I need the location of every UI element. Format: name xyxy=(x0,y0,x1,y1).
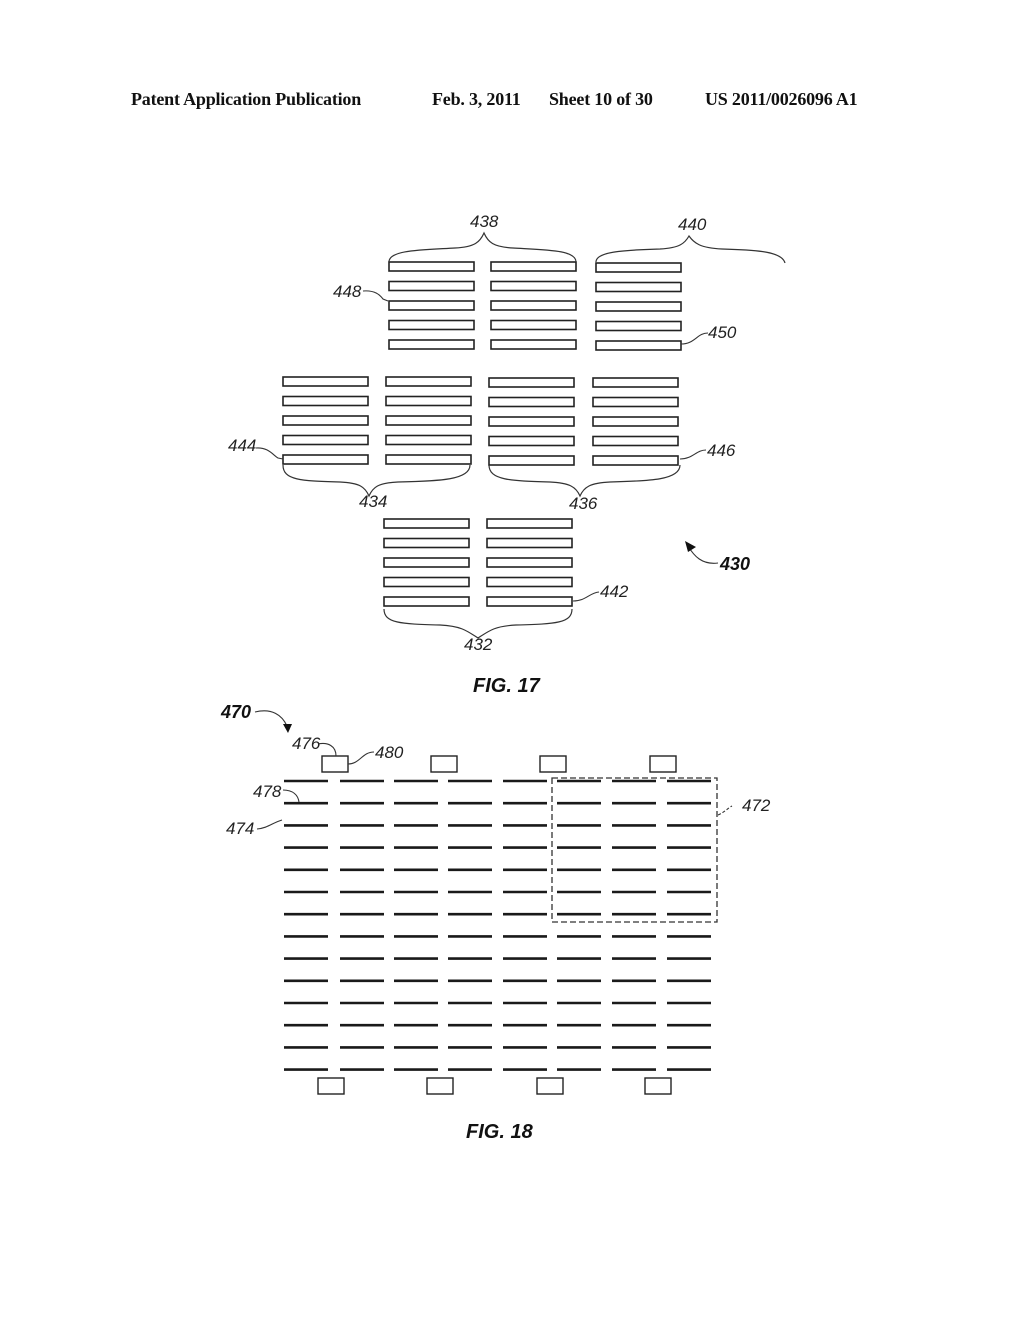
bar-element-438 xyxy=(388,300,475,311)
label-470: 470 xyxy=(220,702,251,722)
arrowhead-430 xyxy=(685,541,696,552)
bar-element-436 xyxy=(592,377,679,388)
bar-element-438 xyxy=(388,319,475,331)
bar-element-432 xyxy=(486,596,573,607)
label-438: 438 xyxy=(470,212,499,231)
leader-450 xyxy=(680,332,709,345)
leader-442 xyxy=(572,591,600,602)
bar-element-436 xyxy=(592,455,679,466)
label-448: 448 xyxy=(333,282,362,301)
bar-element-432 xyxy=(383,537,470,549)
label-442: 442 xyxy=(600,582,629,601)
label-430: 430 xyxy=(719,554,750,574)
bar-element-438 xyxy=(490,280,577,292)
arrowhead-470 xyxy=(283,724,292,733)
bar-element-436 xyxy=(592,396,679,408)
figure-17: 438 440 448 450 444 446 434 436 442 432 … xyxy=(228,212,786,697)
bar-element-434 xyxy=(385,415,472,426)
bar-element-434 xyxy=(282,395,369,407)
bar-element-436 xyxy=(592,416,679,427)
bar-element-438 xyxy=(490,261,577,272)
bar-element-432 xyxy=(383,576,470,588)
leader-474 xyxy=(256,819,283,830)
brace-438 xyxy=(388,231,577,263)
leader-480 xyxy=(347,751,375,765)
brace-432 xyxy=(383,608,573,639)
bar-element-434 xyxy=(385,395,472,407)
label-444: 444 xyxy=(228,436,256,455)
fig18-line-segments xyxy=(284,779,711,1071)
bottom-contact-pad xyxy=(317,1077,345,1095)
bar-element-432 xyxy=(486,537,573,549)
arrow-470 xyxy=(254,710,288,727)
label-474: 474 xyxy=(226,819,254,838)
bar-element-432 xyxy=(486,576,573,588)
bar-element-440 xyxy=(595,340,682,351)
fig17-bar-elements xyxy=(282,261,682,607)
label-480: 480 xyxy=(375,743,404,762)
bar-element-440 xyxy=(595,301,682,312)
bar-element-438 xyxy=(388,261,475,272)
top-contact-pad xyxy=(321,755,349,773)
bar-element-436 xyxy=(488,396,575,408)
fig18-caption: FIG. 18 xyxy=(466,1121,534,1143)
bar-element-434 xyxy=(385,376,472,387)
label-478: 478 xyxy=(253,782,282,801)
bar-element-440 xyxy=(595,281,682,293)
label-446: 446 xyxy=(707,441,736,460)
label-432: 432 xyxy=(464,635,493,654)
leader-448 xyxy=(362,290,389,302)
label-476: 476 xyxy=(292,734,321,753)
bar-element-436 xyxy=(488,416,575,427)
bar-element-436 xyxy=(592,435,679,447)
leader-446 xyxy=(679,449,707,460)
leader-472 xyxy=(717,805,733,816)
bar-element-436 xyxy=(488,377,575,388)
bottom-contact-pad xyxy=(644,1077,672,1095)
top-contact-pad xyxy=(430,755,458,773)
bar-element-434 xyxy=(385,434,472,446)
bar-element-436 xyxy=(488,455,575,466)
bar-element-434 xyxy=(282,454,369,465)
bar-element-432 xyxy=(383,557,470,568)
drawing-sheet: 438 440 448 450 444 446 434 436 442 432 … xyxy=(220,212,786,1143)
label-436: 436 xyxy=(569,494,598,513)
brace-440 xyxy=(595,234,786,264)
fig17-caption: FIG. 17 xyxy=(473,675,541,697)
bar-element-432 xyxy=(383,596,470,607)
brace-436 xyxy=(488,464,681,498)
bar-element-432 xyxy=(383,518,470,529)
bottom-contact-pad xyxy=(426,1077,454,1095)
top-contact-pad xyxy=(539,755,567,773)
leader-444 xyxy=(255,447,284,460)
label-450: 450 xyxy=(708,323,737,342)
bottom-contact-pad xyxy=(536,1077,564,1095)
bar-element-434 xyxy=(282,415,369,426)
bar-element-440 xyxy=(595,320,682,332)
bar-element-438 xyxy=(388,339,475,350)
bar-element-438 xyxy=(490,339,577,350)
top-contact-pad xyxy=(649,755,677,773)
bar-element-434 xyxy=(282,376,369,387)
leader-478 xyxy=(282,789,300,803)
dashed-region-472 xyxy=(551,777,718,923)
label-440: 440 xyxy=(678,215,707,234)
label-434: 434 xyxy=(359,492,387,511)
label-472: 472 xyxy=(742,796,771,815)
bar-element-436 xyxy=(488,435,575,447)
fig18-contact-pads xyxy=(317,755,677,1095)
bar-element-434 xyxy=(282,434,369,446)
bar-element-440 xyxy=(595,262,682,273)
leader-476 xyxy=(317,742,337,757)
bar-element-438 xyxy=(490,319,577,331)
bar-element-434 xyxy=(385,454,472,465)
bar-element-432 xyxy=(486,557,573,568)
bar-element-438 xyxy=(388,280,475,292)
bar-element-432 xyxy=(486,518,573,529)
figure-18: 470 476 480 478 474 472 FIG. 18 xyxy=(220,702,771,1143)
bar-element-438 xyxy=(490,300,577,311)
